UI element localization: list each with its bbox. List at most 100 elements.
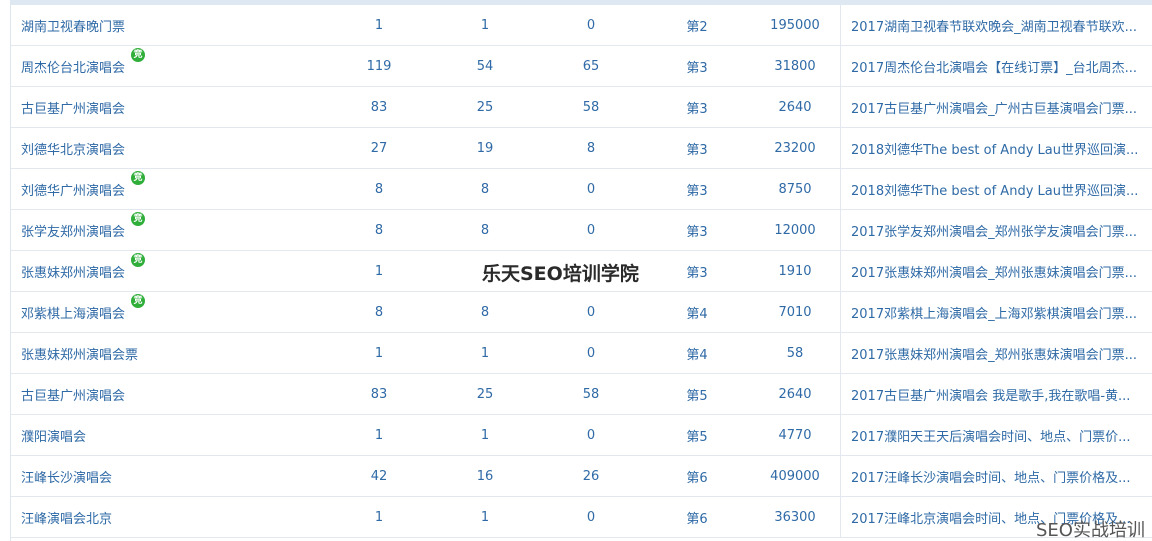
keyword-link[interactable]: 汪峰演唱会北京: [21, 508, 112, 527]
rank-value: 第2: [686, 19, 708, 35]
keyword-cell[interactable]: 汪峰演唱会北京: [11, 496, 326, 538]
keyword-link[interactable]: 湖南卫视春晚门票: [21, 16, 125, 35]
page-title-value[interactable]: 2017张惠妹郑州演唱会_郑州张惠妹演唱会门票...: [851, 348, 1137, 363]
page-title-value[interactable]: 2017张学友郑州演唱会_郑州张学友演唱会门票...: [851, 225, 1137, 240]
keyword-link[interactable]: 古巨基广州演唱会: [21, 98, 125, 117]
keyword-link[interactable]: 邓紫棋上海演唱会竞: [21, 293, 146, 322]
keyword-link[interactable]: 张惠妹郑州演唱会竞: [21, 252, 146, 281]
keyword-link[interactable]: 周杰伦台北演唱会竞: [21, 47, 146, 76]
mobile-count-value: 0: [586, 222, 596, 238]
index-count-cell: 1: [326, 414, 432, 456]
mobile-count-cell: 0: [538, 291, 644, 333]
page-title-value[interactable]: 2017古巨基广州演唱会 我是歌手,我在歌唱-黄...: [851, 389, 1130, 404]
page-title-value[interactable]: 2017汪峰北京演唱会时间、地点、门票价格及...: [851, 512, 1130, 527]
page-title-cell[interactable]: 2018刘德华The best of Andy Lau世界巡回演...: [840, 127, 1152, 169]
index-count-value: 1: [374, 509, 384, 525]
rank-cell: 第6: [644, 455, 750, 497]
keyword-text[interactable]: 邓紫棋上海演唱会: [21, 307, 125, 322]
pc-count-value: 25: [476, 99, 494, 115]
keyword-cell[interactable]: 刘德华北京演唱会: [11, 127, 326, 169]
mobile-count-value: 65: [582, 58, 600, 74]
page-title-value[interactable]: 2018刘德华The best of Andy Lau世界巡回演...: [851, 143, 1138, 158]
keyword-link[interactable]: 古巨基广州演唱会: [21, 385, 125, 404]
mobile-count-value: 0: [586, 17, 596, 33]
page-title-cell[interactable]: 2017古巨基广州演唱会_广州古巨基演唱会门票...: [840, 86, 1152, 128]
keyword-cell[interactable]: 濮阳演唱会: [11, 414, 326, 456]
mobile-count-cell: 0: [538, 496, 644, 538]
page-title-cell[interactable]: 2017张学友郑州演唱会_郑州张学友演唱会门票...: [840, 209, 1152, 251]
keyword-link[interactable]: 刘德华广州演唱会竞: [21, 170, 146, 199]
keyword-cell[interactable]: 邓紫棋上海演唱会竞: [11, 291, 326, 333]
keyword-cell[interactable]: 古巨基广州演唱会: [11, 86, 326, 128]
page-title-cell[interactable]: 2017张惠妹郑州演唱会_郑州张惠妹演唱会门票...: [840, 250, 1152, 292]
keyword-text[interactable]: 张惠妹郑州演唱会: [21, 266, 125, 281]
page-title-cell[interactable]: 2017古巨基广州演唱会 我是歌手,我在歌唱-黄...: [840, 373, 1152, 415]
keyword-text[interactable]: 刘德华广州演唱会: [21, 184, 125, 199]
keyword-text[interactable]: 张学友郑州演唱会: [21, 225, 125, 240]
keyword-text[interactable]: 汪峰长沙演唱会: [21, 471, 112, 486]
keyword-text[interactable]: 古巨基广州演唱会: [21, 102, 125, 117]
keyword-cell[interactable]: 张惠妹郑州演唱会票: [11, 332, 326, 374]
page-title-value[interactable]: 2017汪峰长沙演唱会时间、地点、门票价格及...: [851, 471, 1130, 486]
keyword-text[interactable]: 张惠妹郑州演唱会票: [21, 348, 138, 363]
bid-badge-icon: 竞: [131, 170, 146, 185]
page-title-value[interactable]: 2018刘德华The best of Andy Lau世界巡回演...: [851, 184, 1138, 199]
page-title-cell[interactable]: 2017张惠妹郑州演唱会_郑州张惠妹演唱会门票...: [840, 332, 1152, 374]
page-title-cell[interactable]: 2017汪峰北京演唱会时间、地点、门票价格及...: [840, 496, 1152, 538]
keyword-link[interactable]: 张惠妹郑州演唱会票: [21, 344, 138, 363]
pc-count-cell: 1: [432, 414, 538, 456]
rank-value: 第3: [686, 101, 708, 117]
mobile-count-cell: 58: [538, 373, 644, 415]
keyword-link[interactable]: 汪峰长沙演唱会: [21, 467, 112, 486]
page-title-cell[interactable]: 2017濮阳天王天后演唱会时间、地点、门票价...: [840, 414, 1152, 456]
search-volume-value: 36300: [774, 509, 816, 525]
bid-badge-icon: 竞: [131, 252, 146, 267]
page-title-value[interactable]: 2017邓紫棋上海演唱会_上海邓紫棋演唱会门票...: [851, 307, 1137, 322]
keyword-cell[interactable]: 张学友郑州演唱会竞: [11, 209, 326, 251]
page-title-cell[interactable]: 2018刘德华The best of Andy Lau世界巡回演...: [840, 168, 1152, 210]
keyword-link[interactable]: 张学友郑州演唱会竞: [21, 211, 146, 240]
pc-count-cell: 1: [432, 5, 538, 46]
keyword-cell[interactable]: 古巨基广州演唱会: [11, 373, 326, 415]
keyword-cell[interactable]: 刘德华广州演唱会竞: [11, 168, 326, 210]
page-title-cell[interactable]: 2017湖南卫视春节联欢晚会_湖南卫视春节联欢...: [840, 5, 1152, 46]
rank-value: 第4: [686, 347, 708, 363]
page-title-cell[interactable]: 2017邓紫棋上海演唱会_上海邓紫棋演唱会门票...: [840, 291, 1152, 333]
search-volume-cell: 12000: [750, 209, 841, 251]
rank-value: 第6: [686, 511, 708, 527]
index-count-cell: 27: [326, 127, 432, 169]
keyword-text[interactable]: 汪峰演唱会北京: [21, 512, 112, 527]
keyword-cell[interactable]: 湖南卫视春晚门票: [11, 5, 326, 46]
keyword-cell[interactable]: 周杰伦台北演唱会竞: [11, 45, 326, 87]
page-title-value[interactable]: 2017湖南卫视春节联欢晚会_湖南卫视春节联欢...: [851, 20, 1137, 35]
rank-cell: 第3: [644, 250, 750, 292]
page-title-value[interactable]: 2017古巨基广州演唱会_广州古巨基演唱会门票...: [851, 102, 1137, 117]
table-row: 古巨基广州演唱会 83 25 58 第3 2640 2017古巨基广州演唱会_广州古巨基演唱…: [11, 86, 1152, 128]
keyword-text[interactable]: 湖南卫视春晚门票: [21, 20, 125, 35]
keyword-text[interactable]: 濮阳演唱会: [21, 430, 86, 445]
index-count-cell: 1: [326, 332, 432, 374]
page-title-cell[interactable]: 2017汪峰长沙演唱会时间、地点、门票价格及...: [840, 455, 1152, 497]
table-row: 刘德华北京演唱会 27 19 8 第3 23200 2018刘德华The best of A…: [11, 127, 1152, 169]
pc-count-cell: 8: [432, 209, 538, 251]
page-title-cell[interactable]: 2017周杰伦台北演唱会【在线订票】_台北周杰...: [840, 45, 1152, 87]
index-count-value: 8: [374, 222, 384, 238]
index-count-value: 27: [370, 140, 388, 156]
page-title-value[interactable]: 2017张惠妹郑州演唱会_郑州张惠妹演唱会门票...: [851, 266, 1137, 281]
keyword-cell[interactable]: 汪峰长沙演唱会: [11, 455, 326, 497]
search-volume-value: 12000: [774, 222, 816, 238]
bid-badge-icon: 竞: [131, 47, 146, 62]
pc-count-cell: 54: [432, 45, 538, 87]
keyword-text[interactable]: 周杰伦台北演唱会: [21, 61, 125, 76]
keyword-cell[interactable]: 张惠妹郑州演唱会竞: [11, 250, 326, 292]
page-title-value[interactable]: 2017周杰伦台北演唱会【在线订票】_台北周杰...: [851, 61, 1137, 76]
keyword-text[interactable]: 刘德华北京演唱会: [21, 143, 125, 158]
keyword-text[interactable]: 古巨基广州演唱会: [21, 389, 125, 404]
page-title-value[interactable]: 2017濮阳天王天后演唱会时间、地点、门票价...: [851, 430, 1130, 445]
keyword-link[interactable]: 刘德华北京演唱会: [21, 139, 125, 158]
keyword-link[interactable]: 濮阳演唱会: [21, 426, 86, 445]
rank-value: 第4: [686, 306, 708, 322]
index-count-cell: 119: [326, 45, 432, 87]
mobile-count-value: 0: [586, 509, 596, 525]
rank-cell: 第3: [644, 127, 750, 169]
